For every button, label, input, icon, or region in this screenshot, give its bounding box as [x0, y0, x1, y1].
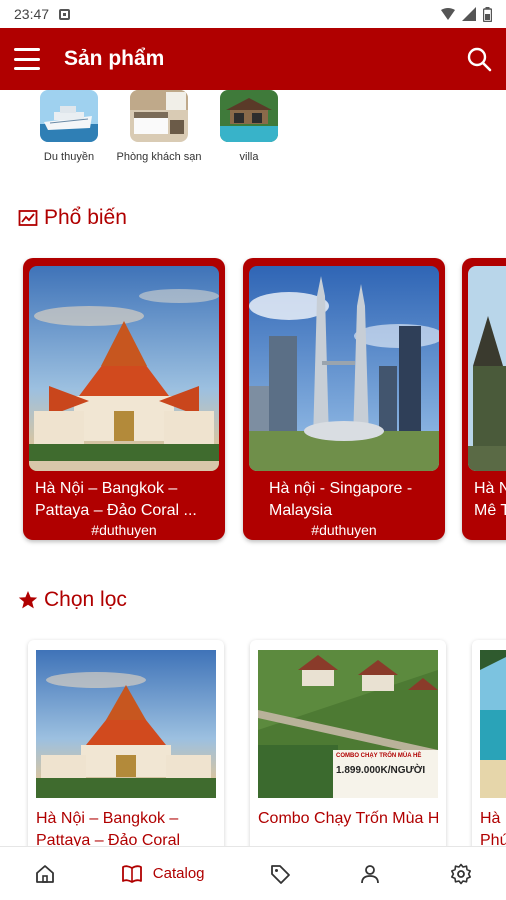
- chosen-card-title: Hà Phú: [480, 810, 506, 846]
- nav-settings[interactable]: [416, 847, 506, 900]
- chart-icon: [18, 210, 38, 226]
- star-icon: [18, 591, 38, 609]
- chosen-section-header: Chọn lọc: [0, 580, 506, 620]
- sapa-resort-image: COMBO CHẠY TRỐN MÙA HÈ 1.899.000K/NGƯỜI: [258, 650, 438, 798]
- gear-icon: [450, 863, 471, 884]
- home-icon: [36, 864, 55, 883]
- kuala-lumpur-towers-image: [249, 266, 439, 471]
- category-label: villa: [239, 151, 259, 163]
- popular-card-title: Hà NMê T: [474, 480, 506, 519]
- popular-section-title: Phổ biến: [44, 206, 127, 229]
- villa-pool-image: [220, 90, 278, 142]
- chosen-card-title: Hà Nội – Bangkok – Pattaya – Đảo Coral: [36, 810, 181, 846]
- hotel-room-image: [130, 90, 188, 142]
- chosen-card[interactable]: COMBO CHẠY TRỐN MÙA HÈ 1.899.000K/NGƯỜI …: [250, 640, 446, 846]
- thai-temple-image: [29, 266, 219, 471]
- chosen-card-title: Combo Chạy Trốn Mùa Hè Sapa Jade H: [258, 810, 438, 827]
- person-icon: [361, 864, 380, 883]
- content-scroll[interactable]: Du thuyền Phòng khách sạn villa Phổ biến…: [0, 90, 506, 846]
- app-bar: Sản phẩm: [0, 28, 506, 90]
- nav-catalog-label: Catalog: [152, 865, 205, 882]
- beach-image: [480, 650, 506, 798]
- popular-card-title: Hà nội - Singapore - Malaysia: [269, 480, 413, 519]
- category-list: Du thuyền Phòng khách sạn villa: [0, 90, 506, 190]
- promo-banner-title: COMBO CHẠY TRỐN MÙA HÈ: [336, 753, 422, 759]
- category-item-villa[interactable]: villa: [204, 90, 294, 190]
- tag-icon: [271, 864, 291, 884]
- popular-card[interactable]: Hà Nội – Bangkok – Pattaya – Đảo Coral .…: [23, 258, 225, 540]
- signal-icon: [441, 8, 455, 20]
- promo-banner-price: 1.899.000K/NGƯỜI: [336, 765, 426, 776]
- hamburger-icon[interactable]: [14, 48, 40, 70]
- nav-home[interactable]: [0, 847, 90, 900]
- cell-signal-icon: [462, 7, 476, 21]
- chosen-carousel[interactable]: Hà Nội – Bangkok – Pattaya – Đảo Coral C…: [0, 640, 506, 846]
- notification-icon: [59, 8, 71, 20]
- category-item-hotel-room[interactable]: Phòng khách sạn: [114, 90, 204, 190]
- popular-card-tag: #duthuyen: [311, 522, 377, 538]
- chosen-card[interactable]: Hà Nội – Bangkok – Pattaya – Đảo Coral: [28, 640, 224, 846]
- battery-icon: [483, 6, 492, 22]
- popular-carousel[interactable]: Hà Nội – Bangkok – Pattaya – Đảo Coral .…: [0, 258, 506, 548]
- search-icon[interactable]: [466, 46, 492, 72]
- chosen-section-title: Chọn lọc: [44, 588, 127, 611]
- nav-account[interactable]: [325, 847, 415, 900]
- popular-card-tag: #duthuyen: [91, 522, 157, 538]
- popular-section-header: Phổ biến: [0, 198, 506, 238]
- page-title: Sản phẩm: [64, 47, 165, 70]
- category-label: Du thuyền: [43, 151, 95, 163]
- category-label: Phòng khách sạn: [116, 151, 202, 163]
- book-icon: [121, 864, 142, 883]
- cruise-ship-image: [40, 90, 98, 142]
- category-item-cruise[interactable]: Du thuyền: [24, 90, 114, 190]
- pagoda-sky-image: [468, 266, 506, 471]
- popular-card-title: Hà Nội – Bangkok – Pattaya – Đảo Coral .…: [35, 480, 197, 519]
- nav-catalog[interactable]: Catalog: [90, 847, 235, 900]
- bottom-navigation: Catalog: [0, 846, 506, 900]
- popular-card[interactable]: Hà NMê T: [462, 258, 506, 540]
- popular-card[interactable]: Hà nội - Singapore - Malaysia #duthuyen: [243, 258, 445, 540]
- app-screen: 23:47 Sản phẩm Du thuyền Phòng khách sạn…: [0, 0, 506, 900]
- chosen-card[interactable]: Hà Phú: [472, 640, 506, 846]
- nav-tags[interactable]: [235, 847, 325, 900]
- status-bar: 23:47: [0, 0, 506, 28]
- thai-temple-image: [36, 650, 216, 798]
- status-time: 23:47: [14, 6, 50, 22]
